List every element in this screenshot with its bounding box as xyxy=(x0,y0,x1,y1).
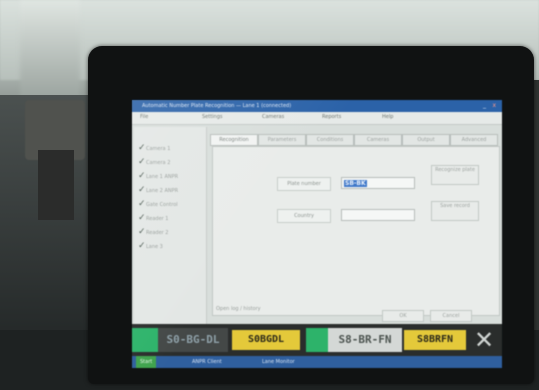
tab-advanced[interactable]: Advanced xyxy=(450,134,498,146)
window-pillar xyxy=(20,0,80,100)
sidebar-item[interactable]: ✓Gate Control xyxy=(138,199,204,209)
checkmark-icon: ✓ xyxy=(138,171,146,181)
plate-number-label: Plate number xyxy=(277,177,331,191)
plate-badge-2: S8BRFN xyxy=(404,330,466,350)
menu-reports[interactable]: Reports xyxy=(322,114,341,122)
close-window-icon[interactable]: x xyxy=(492,100,496,112)
taskbar-item-1[interactable]: ANPR Client xyxy=(192,356,222,368)
recognize-plate-button[interactable]: Recognize plate xyxy=(431,165,479,185)
tab-strip: Recognition Parameters Conditions Camera… xyxy=(210,134,500,146)
taskbar-item-2[interactable]: Lane Monitor xyxy=(262,356,295,368)
window-title: Automatic Number Plate Recognition — Lan… xyxy=(142,103,292,109)
start-button[interactable]: Start xyxy=(136,356,157,368)
tab-conditions[interactable]: Conditions xyxy=(306,134,354,146)
checkmark-icon: ✓ xyxy=(138,157,146,167)
ok-button[interactable]: OK xyxy=(382,310,424,322)
taskbar: Start ANPR Client Lane Monitor xyxy=(132,356,502,368)
checkmark-icon: ✓ xyxy=(138,213,146,223)
sidebar-item[interactable]: ✓Lane 1 ANPR xyxy=(138,171,204,181)
minimize-icon[interactable]: _ xyxy=(483,100,486,112)
screen-mount-arm xyxy=(38,150,74,220)
sidebar-item[interactable]: ✓Reader 2 xyxy=(138,227,204,237)
sidebar-item[interactable]: ✓Reader 1 xyxy=(138,213,204,223)
tab-cameras[interactable]: Cameras xyxy=(354,134,402,146)
menu-help[interactable]: Help xyxy=(382,114,393,122)
close-icon[interactable]: ✕ xyxy=(470,326,498,354)
menu-cameras[interactable]: Cameras xyxy=(262,114,284,122)
monitor-screen: Automatic Number Plate Recognition — Lan… xyxy=(132,100,502,368)
sidebar-item[interactable]: ✓Camera 1 xyxy=(138,143,204,153)
country-input[interactable] xyxy=(341,209,415,221)
plate-reading-1: S0-BG-DL xyxy=(158,328,228,352)
sidebar: ✓Camera 1 ✓Camera 2 ✓Lane 1 ANPR ✓Lane 2… xyxy=(134,127,207,327)
checkmark-icon: ✓ xyxy=(138,143,146,153)
plate-status-bar: S0-BG-DL S0BGDL S8-BR-FN S8BRFN ✕ xyxy=(132,324,502,356)
plate-badge-1: S0BGDL xyxy=(232,330,300,350)
plate-reading-2: S8-BR-FN xyxy=(328,328,402,352)
tab-output[interactable]: Output xyxy=(402,134,450,146)
country-label: Country xyxy=(277,209,331,223)
cancel-button[interactable]: Cancel xyxy=(430,310,472,322)
open-log-link[interactable]: Open log / history xyxy=(216,306,276,313)
window-titlebar: Automatic Number Plate Recognition — Lan… xyxy=(132,100,502,112)
sidebar-item[interactable]: ✓Camera 2 xyxy=(138,157,204,167)
sidebar-item[interactable]: ✓Lane 2 ANPR xyxy=(138,185,204,195)
checkmark-icon: ✓ xyxy=(138,185,146,195)
settings-panel: Plate number SB-BK Country Recognize pla… xyxy=(212,146,500,316)
tab-parameters[interactable]: Parameters xyxy=(258,134,306,146)
menu-settings[interactable]: Settings xyxy=(202,114,223,122)
menu-file[interactable]: File xyxy=(140,114,148,122)
save-record-button[interactable]: Save record xyxy=(431,201,479,221)
checkmark-icon: ✓ xyxy=(138,241,146,251)
plate-number-input[interactable]: SB-BK xyxy=(341,177,415,189)
menu-bar: File Settings Cameras Reports Help xyxy=(132,112,502,125)
status-green-indicator-2 xyxy=(306,328,328,352)
photo-scene: Automatic Number Plate Recognition — Lan… xyxy=(0,0,539,390)
checkmark-icon: ✓ xyxy=(138,199,146,209)
sidebar-item[interactable]: ✓Lane 3 xyxy=(138,241,204,251)
checkmark-icon: ✓ xyxy=(138,227,146,237)
tab-recognition[interactable]: Recognition xyxy=(210,134,258,146)
status-green-indicator xyxy=(132,328,158,352)
